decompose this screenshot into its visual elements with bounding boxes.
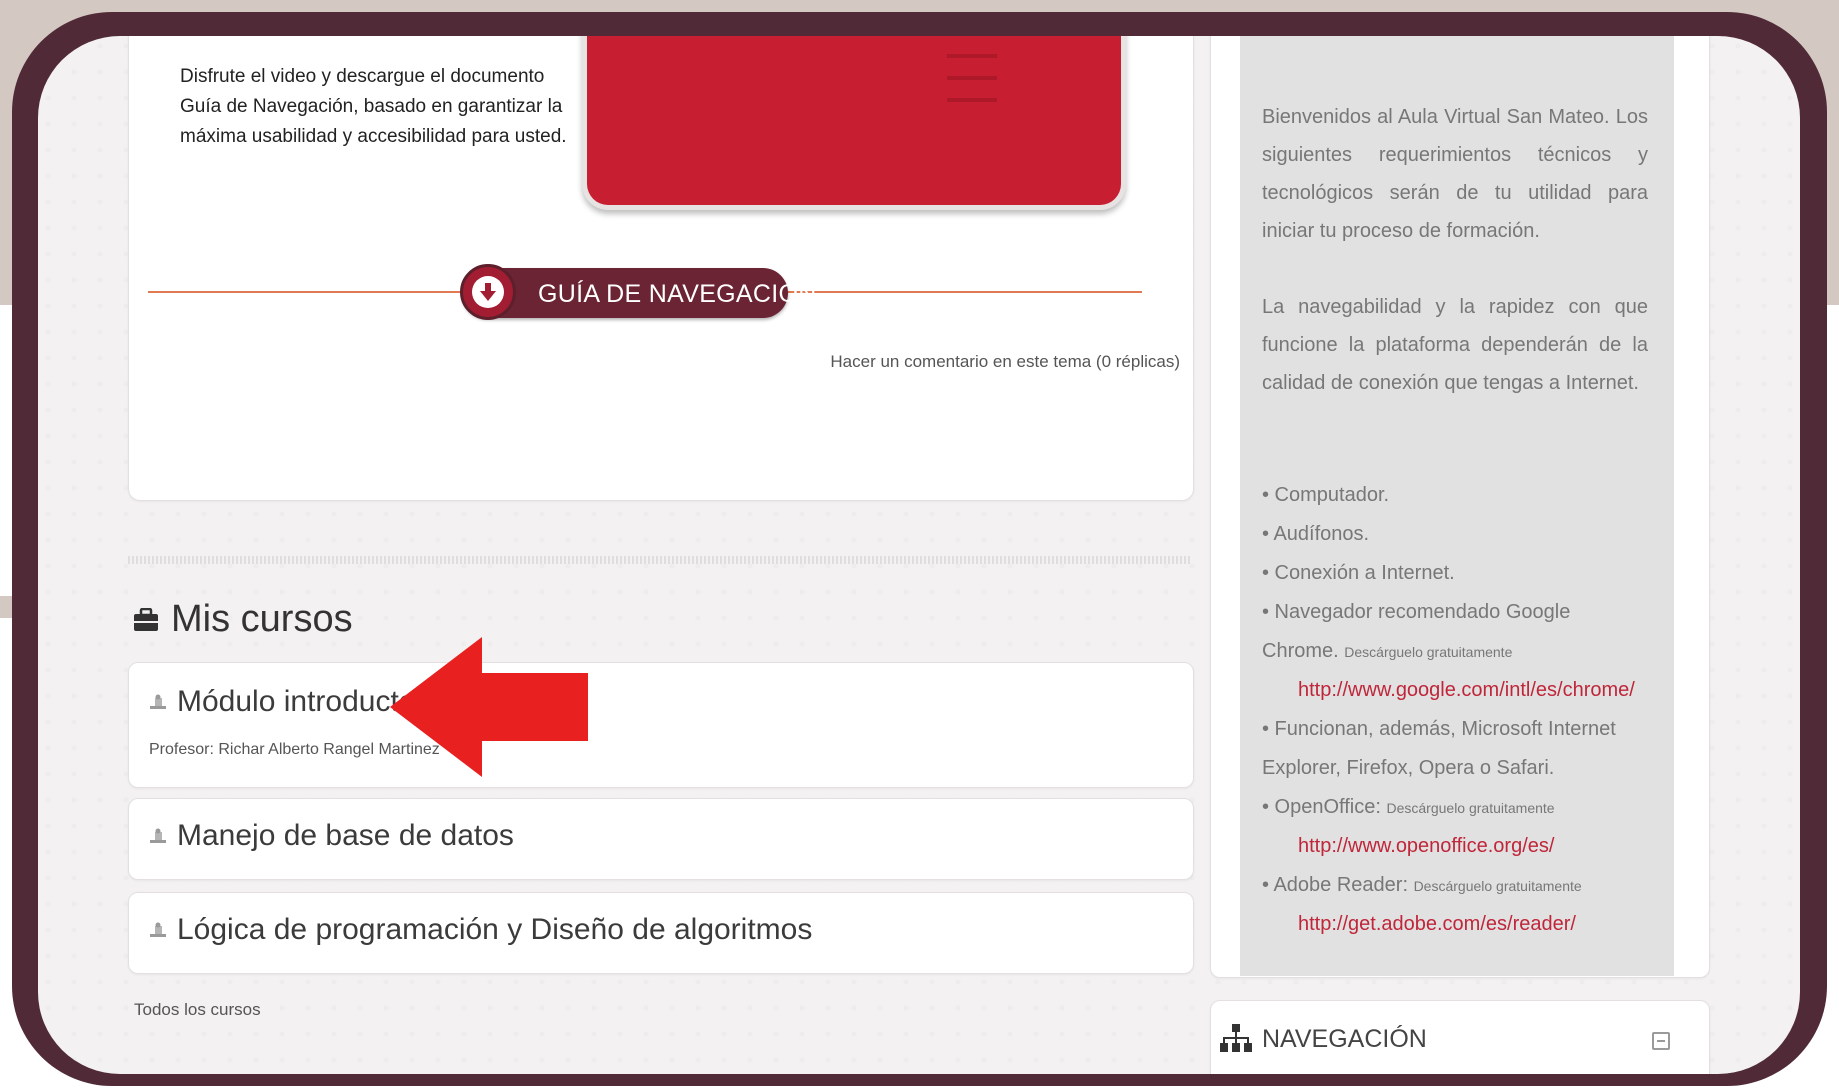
req-other-browsers-list: Explorer, Firefox, Opera o Safari. — [1262, 757, 1555, 779]
course-card-3[interactable]: Lógica de programación y Diseño de algor… — [128, 892, 1194, 974]
req-browser: • Navegador recomendado Google — [1262, 601, 1571, 623]
req-browser-chrome-text: Chrome. — [1262, 640, 1339, 662]
down-arrow-icon — [480, 283, 496, 301]
req-browser-chrome: Chrome. Descárguelo gratuitamente — [1262, 632, 1512, 672]
chrome-link[interactable]: http://www.google.com/intl/es/chrome/ — [1298, 671, 1635, 710]
req-computer: • Computador. — [1262, 484, 1390, 506]
video-player[interactable] — [582, 36, 1126, 210]
sitemap-icon — [1220, 1024, 1252, 1052]
req-adobe: • Adobe Reader: Descárguelo gratuitament… — [1262, 866, 1582, 906]
rounded-frame: Hacer un comentario en este tema (0 répl… — [12, 12, 1827, 1086]
video-menu-lines — [947, 36, 997, 120]
navigation-header[interactable]: NAVEGACIÓN — [1220, 1024, 1427, 1054]
req-browser-note: Descárguelo gratuitamente — [1344, 644, 1513, 660]
req-openoffice-text: • OpenOffice: — [1262, 796, 1381, 818]
requirements-intro-2: La navegabilidad y la rapidez con que fu… — [1262, 296, 1648, 394]
section-separator — [128, 556, 1192, 564]
my-courses-title: Mis cursos — [171, 598, 353, 640]
openoffice-link[interactable]: http://www.openoffice.org/es/ — [1298, 827, 1554, 866]
navigation-title: NAVEGACIÓN — [1262, 1024, 1427, 1053]
requirements-body: Bienvenidos al Aula Virtual San Mateo. L… — [1262, 98, 1648, 402]
course-link-2[interactable]: Manejo de base de datos — [149, 819, 514, 853]
collapse-icon[interactable] — [1652, 1032, 1670, 1050]
requirements-intro-1: Bienvenidos al Aula Virtual San Mateo. L… — [1262, 106, 1648, 242]
course-card-1[interactable]: Módulo introductorio Profesor: Richar Al… — [128, 662, 1194, 788]
comment-link[interactable]: Hacer un comentario en este tema (0 répl… — [830, 352, 1180, 372]
intro-text: Disfrute el video y descargue el documen… — [180, 66, 567, 147]
course-icon — [150, 922, 166, 937]
page-viewport: Hacer un comentario en este tema (0 répl… — [38, 36, 1800, 1074]
req-adobe-text: • Adobe Reader: — [1262, 874, 1408, 896]
req-adobe-note: Descárguelo gratuitamente — [1413, 878, 1582, 894]
requirements-panel: Bienvenidos al Aula Virtual San Mateo. L… — [1240, 36, 1674, 976]
req-openoffice-note: Descárguelo gratuitamente — [1386, 800, 1555, 816]
download-circle-icon[interactable] — [460, 264, 516, 320]
req-openoffice: • OpenOffice: Descárguelo gratuitamente — [1262, 788, 1555, 828]
my-courses-heading: Mis cursos — [133, 598, 353, 641]
req-other-browsers: • Funcionan, además, Microsoft Internet — [1262, 718, 1616, 740]
course-link-3[interactable]: Lógica de programación y Diseño de algor… — [149, 913, 812, 947]
guide-download-label[interactable]: GUÍA DE NAVEGACIÓN — [538, 280, 817, 309]
all-courses-link[interactable]: Todos los cursos — [134, 1000, 261, 1020]
adobe-link[interactable]: http://get.adobe.com/es/reader/ — [1298, 905, 1576, 944]
course-card-2[interactable]: Manejo de base de datos — [128, 798, 1194, 880]
red-pointer-arrow-icon — [390, 637, 588, 777]
briefcase-icon — [134, 607, 158, 631]
course-name-3[interactable]: Lógica de programación y Diseño de algor… — [177, 913, 812, 947]
course-icon — [150, 694, 166, 709]
req-headphones: • Audífonos. — [1262, 523, 1370, 545]
course-name-2[interactable]: Manejo de base de datos — [177, 819, 514, 853]
course-icon — [150, 828, 166, 843]
req-internet: • Conexión a Internet. — [1262, 562, 1455, 584]
